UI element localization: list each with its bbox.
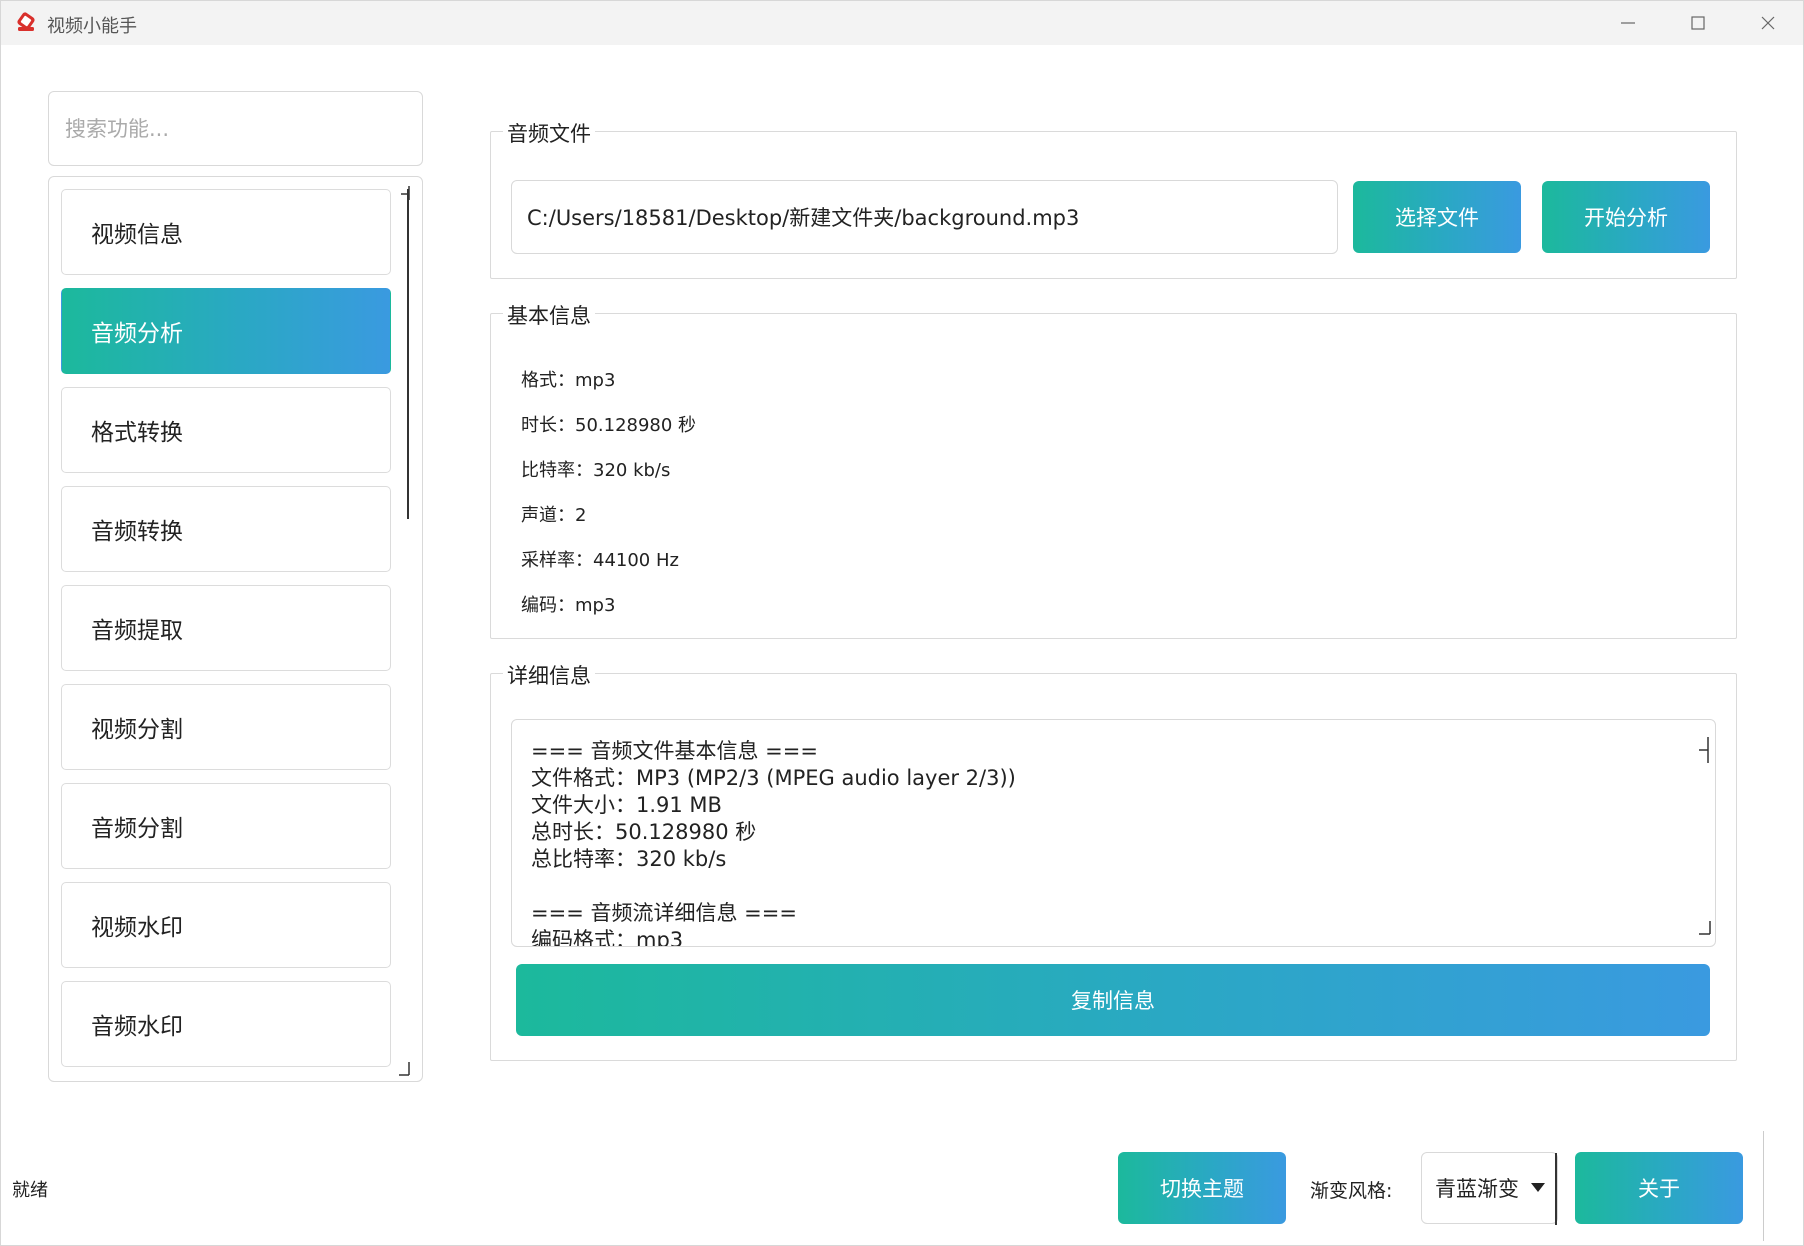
app-logo-icon bbox=[17, 12, 35, 31]
detail-line: 总时长：50.128980 秒 bbox=[531, 820, 757, 844]
nav-item-audio-split[interactable]: 音频分割 bbox=[61, 783, 391, 869]
maximize-icon bbox=[1691, 16, 1705, 30]
maximize-button[interactable] bbox=[1663, 1, 1733, 45]
select-edge bbox=[1555, 1153, 1557, 1225]
close-icon bbox=[1761, 16, 1775, 30]
scroll-down-icon[interactable] bbox=[1698, 920, 1712, 936]
about-button[interactable]: 关于 bbox=[1575, 1152, 1743, 1224]
window-title: 视频小能手 bbox=[47, 16, 137, 37]
info-codec: 编码：mp3 bbox=[521, 595, 616, 616]
group-title: 基本信息 bbox=[503, 300, 595, 330]
nav-item-format-convert[interactable]: 格式转换 bbox=[61, 387, 391, 473]
scroll-up-icon[interactable] bbox=[1698, 736, 1712, 764]
nav-item-label: 音频分析 bbox=[91, 321, 183, 347]
status-text: 就绪 bbox=[12, 1180, 48, 1201]
nav-item-audio-convert[interactable]: 音频转换 bbox=[61, 486, 391, 572]
audio-file-group: 音频文件 C:/Users/18581/Desktop/新建文件夹/backgr… bbox=[490, 118, 1737, 279]
minimize-icon bbox=[1621, 22, 1635, 24]
gradient-style-label: 渐变风格: bbox=[1310, 1180, 1393, 1202]
choose-file-button[interactable]: 选择文件 bbox=[1353, 181, 1521, 253]
function-list[interactable]: 视频信息 音频分析 格式转换 音频转换 音频提取 视频分割 音频分割 视频水印 … bbox=[48, 176, 423, 1082]
nav-item-label: 视频信息 bbox=[91, 222, 183, 248]
nav-item-label: 格式转换 bbox=[91, 420, 183, 446]
detail-line: 文件格式：MP3 (MP2/3 (MPEG audio layer 2/3)) bbox=[531, 766, 1016, 790]
info-sample-rate: 采样率：44100 Hz bbox=[521, 550, 679, 571]
detail-line: 文件大小：1.91 MB bbox=[531, 793, 722, 817]
info-duration: 时长：50.128980 秒 bbox=[521, 415, 697, 436]
title-bar[interactable]: 视频小能手 bbox=[1, 1, 1803, 45]
app-window: 视频小能手 视频信息 音频分析 格式转换 音频转换 音频提取 视频分割 音频分割… bbox=[0, 0, 1804, 1246]
nav-item-label: 音频水印 bbox=[91, 1014, 183, 1040]
group-title: 音频文件 bbox=[503, 118, 595, 148]
detail-line: 总比特率：320 kb/s bbox=[531, 847, 727, 871]
nav-item-label: 音频转换 bbox=[91, 519, 183, 545]
detail-info-group: 详细信息 === 音频文件基本信息 === 文件格式：MP3 (MP2/3 (M… bbox=[490, 660, 1737, 1061]
info-channels: 声道：2 bbox=[521, 505, 587, 526]
nav-item-audio-watermark[interactable]: 音频水印 bbox=[61, 981, 391, 1067]
nav-item-label: 视频分割 bbox=[91, 717, 183, 743]
info-bitrate: 比特率：320 kb/s bbox=[521, 460, 671, 481]
group-title: 详细信息 bbox=[503, 660, 595, 690]
file-path-value: C:/Users/18581/Desktop/新建文件夹/background.… bbox=[527, 206, 1080, 230]
gradient-style-select[interactable]: 青蓝渐变 bbox=[1421, 1152, 1558, 1225]
nav-item-label: 音频分割 bbox=[91, 816, 183, 842]
nav-item-label: 视频水印 bbox=[91, 915, 183, 941]
file-path-input[interactable]: C:/Users/18581/Desktop/新建文件夹/background.… bbox=[511, 180, 1338, 254]
list-scrollbar[interactable] bbox=[407, 189, 409, 519]
detail-line bbox=[531, 873, 1696, 900]
info-format: 格式：mp3 bbox=[521, 370, 616, 391]
nav-item-label: 音频提取 bbox=[91, 618, 183, 644]
basic-info-group: 基本信息 格式：mp3 时长：50.128980 秒 比特率：320 kb/s … bbox=[490, 300, 1737, 639]
scroll-down-icon[interactable] bbox=[397, 1061, 413, 1077]
nav-item-video-info[interactable]: 视频信息 bbox=[61, 189, 391, 275]
chevron-down-icon bbox=[1531, 1183, 1545, 1192]
detail-text-area[interactable]: === 音频文件基本信息 === 文件格式：MP3 (MP2/3 (MPEG a… bbox=[511, 719, 1716, 947]
nav-item-video-watermark[interactable]: 视频水印 bbox=[61, 882, 391, 968]
close-button[interactable] bbox=[1733, 1, 1803, 45]
start-analysis-button[interactable]: 开始分析 bbox=[1542, 181, 1710, 253]
gradient-style-value: 青蓝渐变 bbox=[1435, 1177, 1519, 1201]
scroll-up-icon[interactable] bbox=[397, 185, 413, 201]
copy-info-button[interactable]: 复制信息 bbox=[516, 964, 1710, 1036]
switch-theme-button[interactable]: 切换主题 bbox=[1118, 1152, 1286, 1224]
detail-line: === 音频文件基本信息 === bbox=[531, 739, 818, 763]
detail-line: === 音频流详细信息 === bbox=[531, 901, 797, 925]
detail-line: 编码格式：mp3 bbox=[531, 928, 684, 947]
divider bbox=[1763, 1131, 1764, 1241]
search-input[interactable] bbox=[48, 91, 423, 166]
nav-item-audio-extract[interactable]: 音频提取 bbox=[61, 585, 391, 671]
minimize-button[interactable] bbox=[1593, 1, 1663, 45]
nav-item-video-split[interactable]: 视频分割 bbox=[61, 684, 391, 770]
nav-item-audio-analysis[interactable]: 音频分析 bbox=[61, 288, 391, 374]
